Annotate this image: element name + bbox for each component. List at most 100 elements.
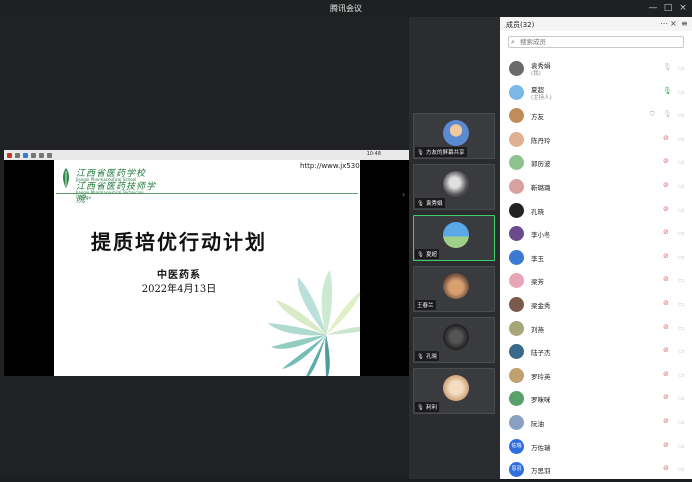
member-name: 郭历波 bbox=[531, 160, 551, 169]
search-icon: ⌕ bbox=[511, 38, 515, 46]
video-tile[interactable]: 🎙 孔晓 bbox=[413, 317, 495, 363]
member-row[interactable]: 梁金秀 ⊘ ▭ bbox=[500, 294, 692, 317]
camera-off-icon[interactable]: ▭ bbox=[678, 418, 685, 426]
video-tile[interactable]: 🎙 袁秀娟 bbox=[413, 164, 495, 210]
camera-off-icon[interactable]: ▭ bbox=[678, 442, 685, 450]
mic-muted-icon[interactable]: ⊘ bbox=[663, 252, 669, 260]
member-row[interactable]: 梁芳 ⊘ ▭ bbox=[500, 270, 692, 293]
member-name: 罗玲英 bbox=[531, 372, 551, 381]
member-row[interactable]: 刘燕 ⊘ ▭ bbox=[500, 318, 692, 341]
panel-title: 成员(32) bbox=[506, 21, 535, 29]
member-row[interactable]: 李玉 ⊘ ▭ bbox=[500, 247, 692, 270]
mic-icon[interactable]: 🎙 bbox=[663, 87, 672, 95]
clock-text: 10:48 bbox=[366, 151, 381, 157]
search-input[interactable]: ⌕ 搜索成员 bbox=[508, 36, 684, 48]
video-tile[interactable]: 王春兰 bbox=[413, 266, 495, 312]
mic-icon[interactable]: 🎙 bbox=[663, 110, 672, 118]
more-icon[interactable]: ⋯ bbox=[660, 19, 668, 28]
camera-off-icon[interactable]: ▭ bbox=[678, 111, 685, 119]
mic-muted-icon[interactable]: ⊘ bbox=[663, 181, 669, 189]
tile-label: 王春兰 bbox=[415, 300, 436, 310]
avatar bbox=[509, 367, 524, 383]
mic-muted-icon[interactable]: ⊘ bbox=[663, 228, 669, 236]
mic-muted-icon[interactable]: ⊘ bbox=[663, 464, 669, 472]
close-icon[interactable]: × bbox=[670, 19, 677, 28]
video-tile[interactable]: 🎙 利利 bbox=[413, 368, 495, 414]
mic-muted-icon[interactable]: ⊘ bbox=[663, 346, 669, 354]
school-header: 江西省医药学校 Jiangxi Pharmaceutical School 江西… bbox=[58, 164, 158, 205]
member-name: 刘燕 bbox=[531, 325, 544, 334]
camera-off-icon[interactable]: ▭ bbox=[678, 88, 685, 96]
avatar bbox=[509, 415, 524, 430]
close-button[interactable]: × bbox=[676, 2, 690, 15]
member-row[interactable]: 阮油 ⊘ ▭ bbox=[500, 412, 692, 435]
mic-muted-icon[interactable]: ⊘ bbox=[663, 205, 669, 213]
camera-off-icon[interactable]: ▭ bbox=[678, 229, 685, 237]
member-row[interactable]: 方友 ⛉ 🎙 ▭ bbox=[500, 105, 692, 128]
video-tile-active[interactable]: 🎙 夏超 bbox=[413, 215, 495, 261]
member-name: 梁芳 bbox=[531, 278, 544, 287]
member-row[interactable]: 陈丹玲 ⊘ ▭ bbox=[500, 129, 692, 152]
school-logo-icon bbox=[63, 168, 69, 188]
member-row[interactable]: 李小冬 ⊘ ▭ bbox=[500, 223, 692, 246]
panel-header: 成员(32) ⋯ × ≡ bbox=[500, 17, 692, 31]
avatar bbox=[443, 273, 469, 299]
camera-off-icon[interactable]: ▭ bbox=[678, 253, 685, 261]
camera-off-icon[interactable]: ▭ bbox=[678, 135, 685, 143]
mic-muted-icon[interactable]: ⊘ bbox=[663, 441, 669, 449]
camera-off-icon[interactable]: ▭ bbox=[678, 300, 685, 308]
camera-off-icon[interactable]: ▭ bbox=[678, 206, 685, 214]
mic-muted-icon[interactable]: ⊘ bbox=[663, 157, 669, 165]
member-row[interactable]: 夏超 (主持人) 🎙 ▭ bbox=[500, 82, 692, 105]
mic-muted-icon[interactable]: ⊘ bbox=[663, 370, 669, 378]
avatar bbox=[509, 344, 524, 360]
camera-off-icon[interactable]: ▭ bbox=[678, 371, 685, 379]
avatar bbox=[509, 273, 524, 289]
member-row[interactable]: 孔晓 ⊘ ▭ bbox=[500, 200, 692, 223]
minimize-button[interactable]: — bbox=[646, 2, 660, 15]
member-row[interactable]: 罗咪咪 ⊘ ▭ bbox=[500, 388, 692, 411]
avatar bbox=[509, 202, 524, 218]
mic-icon: 🎙 bbox=[417, 405, 424, 411]
avatar bbox=[509, 320, 524, 336]
camera-off-icon[interactable]: ▭ bbox=[678, 465, 685, 473]
member-row[interactable]: 罗玲英 ⊘ ▭ bbox=[500, 365, 692, 388]
camera-off-icon[interactable]: ▭ bbox=[678, 394, 685, 402]
mic-muted-icon[interactable]: ⊘ bbox=[663, 275, 669, 283]
camera-off-icon[interactable]: ▭ bbox=[678, 276, 685, 284]
member-row[interactable]: 郭历波 ⊘ ▭ bbox=[500, 152, 692, 175]
camera-off-icon[interactable]: ▭ bbox=[678, 324, 685, 332]
camera-off-icon[interactable]: ▭ bbox=[678, 182, 685, 190]
member-row[interactable]: 佐瑞 万佐瑞 ⊘ ▭ bbox=[500, 436, 692, 459]
camera-off-icon[interactable]: ▭ bbox=[678, 64, 685, 72]
mic-muted-icon[interactable]: ⊘ bbox=[663, 417, 669, 425]
chevron-right-icon[interactable]: › bbox=[402, 190, 405, 199]
video-tile[interactable]: 🎙 方友的屏幕共享 bbox=[413, 113, 495, 159]
avatar: 思羽 bbox=[509, 462, 524, 478]
mic-muted-icon[interactable]: ⊘ bbox=[663, 134, 669, 142]
app-icon bbox=[39, 152, 44, 158]
menu-icon[interactable]: ≡ bbox=[681, 19, 688, 28]
tile-label: 🎙 方友的屏幕共享 bbox=[415, 147, 467, 157]
member-name: 陈丹玲 bbox=[531, 136, 551, 145]
maximize-button[interactable]: □ bbox=[661, 2, 675, 15]
camera-off-icon[interactable]: ▭ bbox=[678, 158, 685, 166]
member-name: 靳璐璐 bbox=[531, 184, 551, 192]
member-row[interactable]: 袁秀娟 (我) 🎙 ▭ bbox=[500, 58, 692, 81]
mic-icon[interactable]: 🎙 bbox=[663, 63, 672, 71]
member-name: 万思羽 bbox=[531, 467, 551, 476]
member-row[interactable]: 陆子杰 ⊘ ▭ bbox=[500, 341, 692, 364]
member-row[interactable]: 靳璐璐 ⊘ ▭ bbox=[500, 176, 692, 199]
mic-muted-icon[interactable]: ⊘ bbox=[663, 299, 669, 307]
mic-muted-icon[interactable]: ⊘ bbox=[663, 393, 669, 401]
member-name: 阮油 bbox=[531, 420, 544, 428]
app-icon bbox=[47, 152, 52, 158]
school-name-2-en: Jiangxi Pharmaceutical Technician Colleg… bbox=[76, 190, 144, 200]
member-name: 方友 bbox=[531, 113, 544, 122]
mic-muted-icon[interactable]: ⊘ bbox=[663, 323, 669, 331]
avatar bbox=[509, 249, 524, 265]
app-icon bbox=[15, 152, 20, 158]
screen-share-view[interactable]: 10:48 江西省医药学校 Jiangxi Pharmaceutical Sch… bbox=[4, 150, 409, 376]
members-panel: 成员(32) ⋯ × ≡ ⌕ 搜索成员 袁秀娟 (我) 🎙 ▭ 夏超 (主持人) 🎙 ▭ 方友 ⛉… bbox=[500, 17, 692, 479]
camera-off-icon[interactable]: ▭ bbox=[678, 347, 685, 355]
